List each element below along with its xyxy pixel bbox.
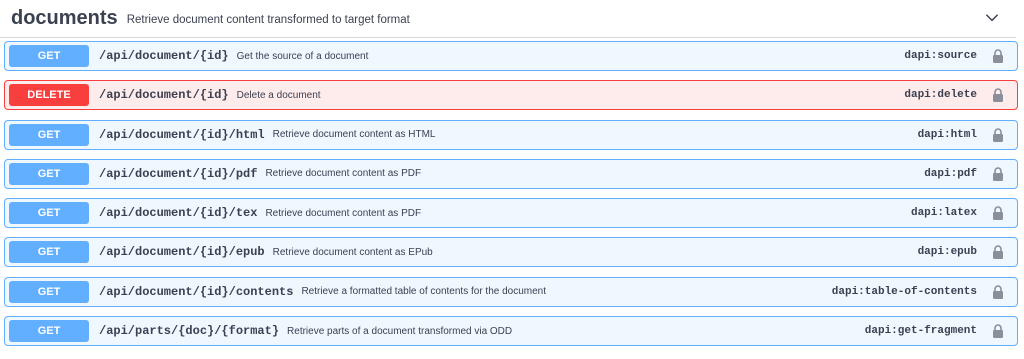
operation-summary: Retrieve document content as HTML [272, 129, 436, 141]
operation-get-document-html[interactable]: GET /api/document/{id}/html Retrieve doc… [4, 119, 1018, 150]
operation-get-document-source[interactable]: GET /api/document/{id} Get the source of… [4, 41, 1018, 71]
operation-summary: Retrieve document content as EPub [272, 246, 433, 258]
lock-icon[interactable] [992, 206, 1004, 221]
tag-name: documents [11, 7, 118, 29]
operation-scope: dapi:table-of-contents [831, 285, 977, 298]
method-badge: GET [9, 241, 89, 264]
method-badge: GET [9, 45, 89, 67]
operation-summary: Get the source of a document [236, 50, 369, 62]
operation-path: /api/document/{id} [99, 49, 229, 63]
operation-scope: dapi:pdf [924, 167, 977, 180]
lock-icon[interactable] [992, 245, 1004, 260]
operation-summary: Delete a document [236, 89, 321, 101]
operation-get-document-tex[interactable]: GET /api/document/{id}/tex Retrieve docu… [4, 198, 1018, 229]
lock-icon[interactable] [992, 88, 1004, 103]
lock-icon[interactable] [992, 127, 1004, 142]
operation-get-document-pdf[interactable]: GET /api/document/{id}/pdf Retrieve docu… [4, 158, 1018, 189]
method-badge: GET [9, 320, 89, 343]
method-badge: DELETE [9, 84, 89, 107]
operations-list: GET /api/document/{id} Get the source of… [4, 41, 1018, 355]
operation-scope: dapi:get-fragment [864, 325, 977, 338]
documents-section: documents Retrieve document content tran… [0, 0, 1024, 359]
operation-get-parts[interactable]: GET /api/parts/{doc}/{format} Retrieve p… [4, 316, 1018, 347]
operation-summary: Retrieve parts of a document transformed… [287, 325, 513, 337]
operation-path: /api/document/{id}/tex [99, 206, 258, 221]
method-badge: GET [9, 162, 89, 185]
chevron-down-icon[interactable] [984, 10, 1000, 26]
tag-description: Retrieve document content transformed to… [126, 14, 410, 26]
lock-icon[interactable] [992, 324, 1004, 339]
lock-icon[interactable] [992, 167, 1004, 181]
operation-scope: dapi:epub [917, 246, 977, 259]
lock-icon[interactable] [992, 49, 1004, 63]
operation-path: /api/document/{id}/pdf [99, 166, 258, 181]
tag-header[interactable]: documents Retrieve document content tran… [0, 0, 1016, 38]
method-badge: GET [9, 123, 89, 146]
operation-get-document-contents[interactable]: GET /api/document/{id}/contents Retrieve… [4, 276, 1018, 307]
operation-summary: Retrieve document content as PDF [265, 168, 422, 180]
operation-path: /api/document/{id}/contents [99, 284, 294, 299]
operation-path: /api/document/{id} [99, 88, 229, 103]
operation-delete-document[interactable]: DELETE /api/document/{id} Delete a docum… [4, 80, 1018, 111]
operation-scope: dapi:source [904, 50, 977, 62]
method-badge: GET [9, 280, 89, 303]
operation-summary: Retrieve a formatted table of contents f… [301, 286, 547, 298]
operation-scope: dapi:latex [910, 207, 977, 220]
method-badge: GET [9, 202, 89, 225]
operation-get-document-epub[interactable]: GET /api/document/{id}/epub Retrieve doc… [4, 237, 1018, 268]
operation-path: /api/document/{id}/html [99, 127, 265, 142]
operation-scope: dapi:html [917, 128, 977, 141]
operation-scope: dapi:delete [904, 89, 977, 102]
lock-icon[interactable] [992, 285, 1004, 299]
operation-path: /api/document/{id}/epub [99, 245, 265, 260]
operation-path: /api/parts/{doc}/{format} [99, 324, 280, 339]
operation-summary: Retrieve document content as PDF [265, 207, 422, 219]
